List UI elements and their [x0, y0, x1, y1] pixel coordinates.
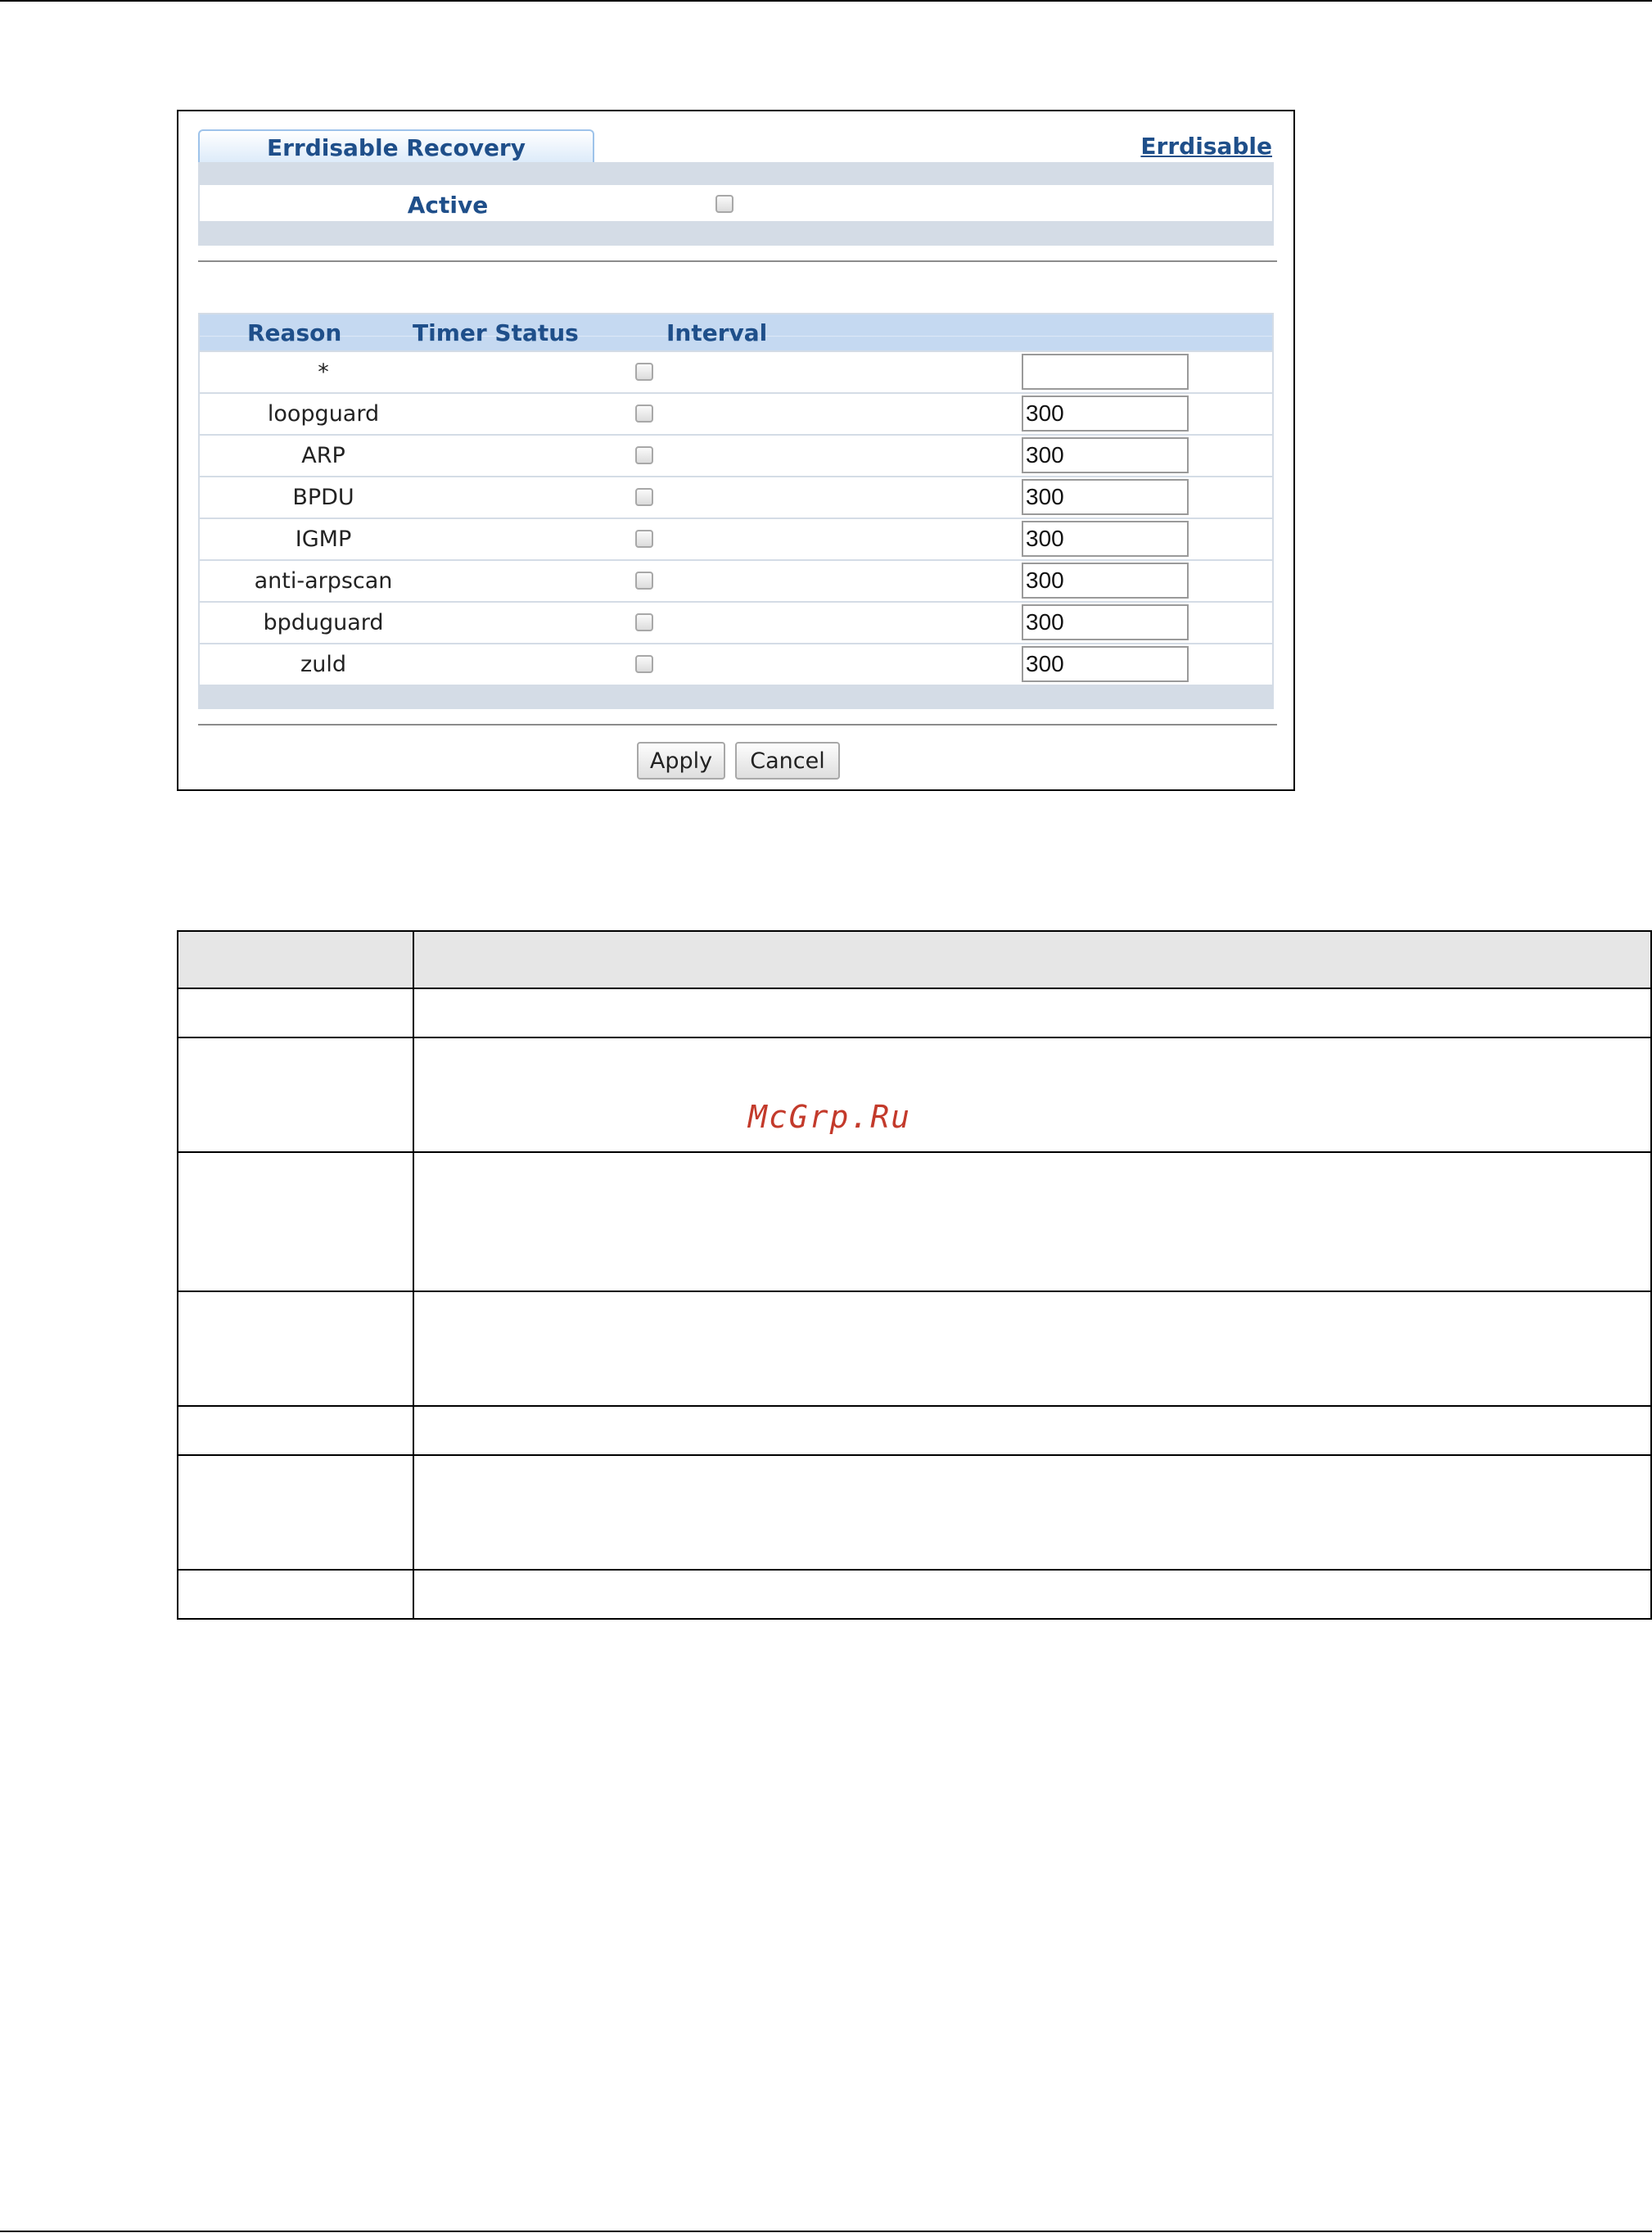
active-settings-box: Active — [198, 162, 1274, 246]
table-row: ARP — [200, 434, 1272, 476]
active-label: Active — [407, 191, 489, 219]
table-row — [177, 1454, 1652, 1571]
column-header-reason: Reason — [247, 319, 342, 346]
table-cell-description — [413, 1454, 1652, 1571]
column-header-interval: Interval — [666, 319, 768, 346]
reason-table-header: Reason Timer Status Interval — [200, 314, 1272, 350]
page-bottom-rule — [0, 2231, 1652, 2232]
description-table — [177, 930, 1652, 1620]
table-row: IGMP — [200, 518, 1272, 559]
table-row — [177, 1037, 1652, 1153]
interval-input[interactable] — [1022, 646, 1189, 682]
interval-input[interactable] — [1022, 604, 1189, 640]
table-row: zuld — [200, 643, 1272, 685]
tab-errdisable-recovery[interactable]: Errdisable Recovery — [198, 129, 594, 164]
active-checkbox[interactable] — [715, 195, 733, 213]
table-row — [177, 1291, 1652, 1407]
table-cell-label — [177, 1151, 414, 1292]
interval-input[interactable] — [1022, 563, 1189, 599]
interval-input[interactable] — [1022, 437, 1189, 473]
table-cell-description — [413, 1291, 1652, 1407]
timer-status-checkbox[interactable] — [635, 363, 653, 381]
cancel-button[interactable]: Cancel — [735, 742, 840, 780]
reason-label: anti-arpscan — [254, 568, 393, 594]
table-cell-label — [177, 1405, 414, 1456]
table-row — [177, 1151, 1652, 1292]
table-row — [177, 1405, 1652, 1456]
timer-status-checkbox[interactable] — [635, 655, 653, 673]
table-cell-description — [413, 1037, 1652, 1153]
divider — [198, 724, 1277, 725]
timer-status-checkbox[interactable] — [635, 405, 653, 423]
timer-status-checkbox[interactable] — [635, 446, 653, 464]
interval-input[interactable] — [1022, 396, 1189, 432]
interval-input[interactable] — [1022, 521, 1189, 557]
interval-input[interactable] — [1022, 479, 1189, 515]
table-row: * — [200, 350, 1272, 392]
divider — [198, 260, 1277, 262]
apply-button[interactable]: Apply — [637, 742, 725, 780]
reason-label: ARP — [301, 443, 345, 468]
watermark: McGrp.Ru — [748, 1099, 912, 1135]
table-cell-label — [177, 1454, 414, 1571]
timer-status-checkbox[interactable] — [635, 488, 653, 506]
description-header-label — [177, 930, 414, 989]
reason-label: * — [318, 359, 329, 385]
table-row: BPDU — [200, 476, 1272, 518]
reason-label: loopguard — [267, 401, 380, 427]
interval-input[interactable] — [1022, 354, 1189, 390]
table-cell-label — [177, 1291, 414, 1407]
table-cell-description — [413, 1405, 1652, 1456]
reason-label: IGMP — [295, 527, 352, 552]
description-header-description — [413, 930, 1652, 989]
table-cell-description — [413, 1151, 1652, 1292]
table-cell-description — [413, 988, 1652, 1038]
table-row — [177, 988, 1652, 1038]
description-table-header — [177, 930, 1652, 989]
column-header-timer-status: Timer Status — [413, 319, 579, 346]
reason-table: Reason Timer Status Interval * loopguard A… — [198, 313, 1274, 709]
errdisable-link[interactable]: Errdisable — [1140, 133, 1272, 160]
reason-label: zuld — [300, 652, 346, 677]
page-top-rule — [0, 0, 1652, 2]
reason-label: BPDU — [292, 485, 354, 510]
table-row: anti-arpscan — [200, 559, 1272, 601]
table-row — [177, 1569, 1652, 1620]
timer-status-checkbox[interactable] — [635, 530, 653, 548]
timer-status-checkbox[interactable] — [635, 613, 653, 631]
table-cell-label — [177, 1037, 414, 1153]
timer-status-checkbox[interactable] — [635, 572, 653, 590]
table-row: bpduguard — [200, 601, 1272, 643]
table-cell-description — [413, 1569, 1652, 1620]
errdisable-recovery-panel: Errdisable Recovery Errdisable Active Re… — [177, 110, 1295, 791]
reason-label: bpduguard — [263, 610, 384, 635]
table-cell-label — [177, 988, 414, 1038]
table-row: loopguard — [200, 392, 1272, 434]
table-cell-label — [177, 1569, 414, 1620]
